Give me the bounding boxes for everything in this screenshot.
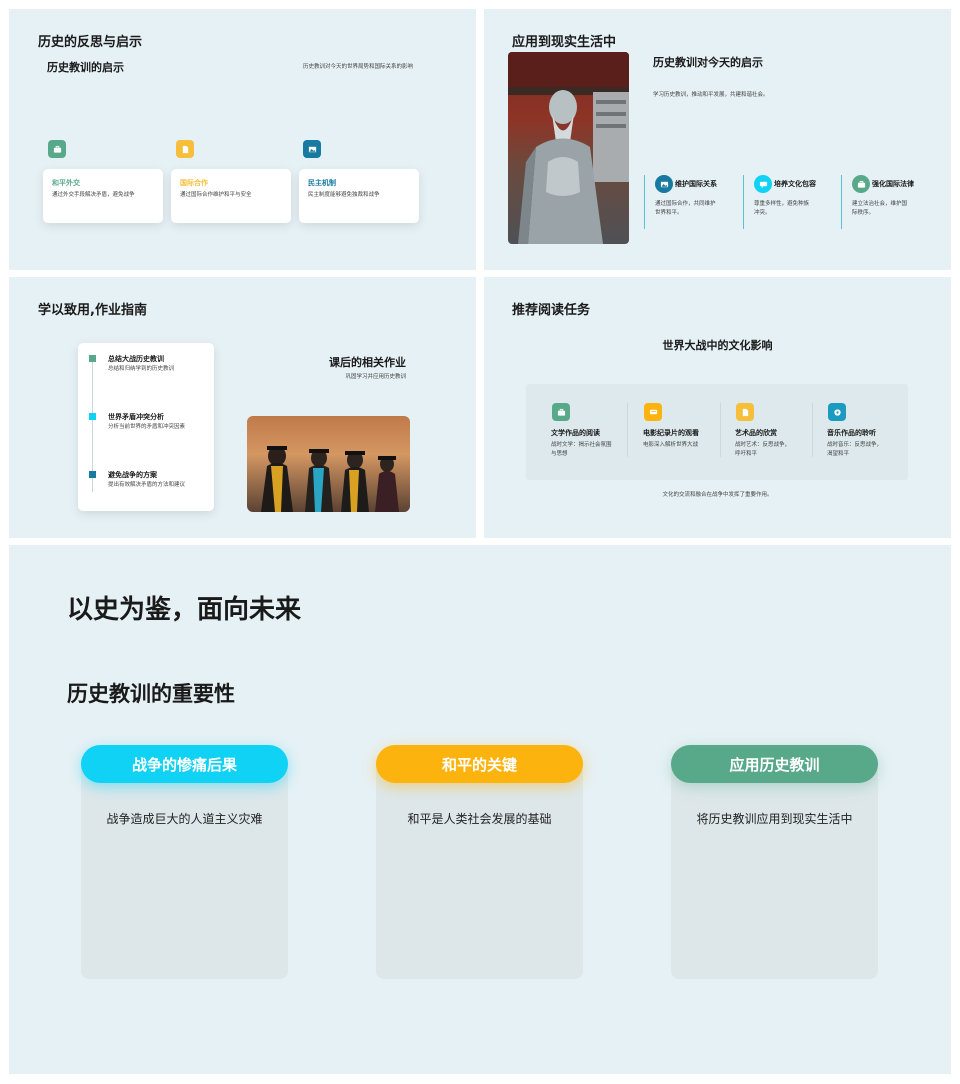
slide-title: 历史的反思与启示 xyxy=(38,35,143,50)
chat-icon xyxy=(754,175,772,193)
card-title: 和平外交 xyxy=(52,179,80,187)
slide-subtitle: 历史教训的启示 xyxy=(47,61,124,74)
card-title: 国际合作 xyxy=(180,179,208,187)
column-label: 和平的关键 xyxy=(441,755,517,774)
step-title: 总结大战历史教训 xyxy=(108,355,164,363)
slide-subtitle: 历史教训对今天的启示 xyxy=(653,56,763,69)
lesson-card: 民主机制 民主制度能够避免独裁和战争 xyxy=(299,169,419,223)
item-divider xyxy=(644,175,645,229)
item-title: 培养文化包容 xyxy=(774,180,816,188)
reading-text: 电影深入解析世界大战 xyxy=(643,442,699,448)
card-title: 民主机制 xyxy=(308,179,336,187)
item-divider xyxy=(743,175,744,229)
reading-title: 音乐作品的聆听 xyxy=(827,429,876,437)
column-text: 将历史教训应用到现实生活中 xyxy=(696,812,853,826)
slide-homework-guide: 学以致用,作业指南 总结大战历史教训 总结和归纳学到的历史教训 世界矛盾冲突分析… xyxy=(9,277,476,538)
step-title: 世界矛盾冲突分析 xyxy=(108,413,164,421)
confucius-statue-photo xyxy=(508,52,629,244)
document-icon xyxy=(736,403,754,421)
slide-subtitle: 历史教训的重要性 xyxy=(67,682,235,706)
slide-subtitle: 课后的相关作业 xyxy=(329,356,406,369)
slide-title: 学以致用,作业指南 xyxy=(38,303,147,318)
steps-card: 总结大战历史教训 总结和归纳学到的历史教训 世界矛盾冲突分析 分析当前世界的矛盾… xyxy=(78,343,214,511)
column-label: 战争的惨痛后果 xyxy=(131,755,237,774)
slide-subtitle: 世界大战中的文化影响 xyxy=(662,339,773,352)
lesson-card: 国际合作 通过国际合作维护和平与安全 xyxy=(171,169,291,223)
reading-text: 战时文学：揭示社会氛围与思想 xyxy=(551,442,612,457)
slide-reflection: 历史的反思与启示 历史教训的启示 历史教训对今天的世界局势和国际关系的影响 和平… xyxy=(9,9,476,270)
step-text: 总结和归纳学到的历史教训 xyxy=(108,366,175,372)
step-text: 提出有效解决矛盾的方法和建议 xyxy=(108,482,186,488)
item-text: 尊重多样性，避免种族冲突。 xyxy=(754,201,810,216)
item-text: 通过国际合作，共同维护世界和平。 xyxy=(655,201,716,216)
column-divider xyxy=(720,403,721,457)
reading-title: 艺术品的欣赏 xyxy=(735,429,777,437)
briefcase-icon xyxy=(48,140,66,158)
slide-description: 巩固学习并应用历史教训 xyxy=(345,374,406,380)
image-icon xyxy=(655,175,673,193)
column-panel xyxy=(81,755,288,979)
column-text: 和平是人类社会发展的基础 xyxy=(407,812,552,826)
card-text: 通过国际合作维护和平与安全 xyxy=(180,192,252,198)
image-icon xyxy=(303,140,321,158)
step-title: 避免战争的方案 xyxy=(108,471,157,479)
card-text: 通过外交手段解决矛盾，避免战争 xyxy=(52,192,135,198)
slide-footer: 文化的交流和融合在战争中发挥了重要作用。 xyxy=(662,492,773,498)
slide-title: 应用到现实生活中 xyxy=(512,35,617,50)
step-marker xyxy=(89,413,96,420)
column-text: 战争造成巨大的人道主义灾难 xyxy=(106,812,263,826)
column-label-pill: 战争的惨痛后果 xyxy=(81,745,288,783)
slide-apply-reality: 应用到现实生活中 历史教训对今天的启示 学习历史教训，推动和平发展，共建和谐社会… xyxy=(484,9,951,270)
column-panel xyxy=(671,755,878,979)
card-text: 民主制度能够避免独裁和战争 xyxy=(308,192,380,198)
item-text: 建立法治社会，维护国际秩序。 xyxy=(852,201,908,216)
reading-text: 战时艺术：反思战争，呼吁和平 xyxy=(735,442,791,457)
slide-description: 历史教训对今天的世界局势和国际关系的影响 xyxy=(303,64,414,70)
slide-title: 以史为鉴，面向未来 xyxy=(67,595,302,625)
step-marker xyxy=(89,355,96,362)
reading-title: 电影纪录片的观看 xyxy=(643,429,699,437)
item-title: 强化国际法律 xyxy=(872,180,914,188)
item-title: 维护国际关系 xyxy=(675,180,717,188)
chat-icon xyxy=(644,403,662,421)
graduates-photo xyxy=(247,416,410,512)
reading-text: 战时音乐：反思战争，渴望和平 xyxy=(827,442,883,457)
slide-description: 学习历史教训，推动和平发展，共建和谐社会。 xyxy=(653,92,769,98)
column-divider xyxy=(812,403,813,457)
briefcase-icon xyxy=(552,403,570,421)
slide-reading-tasks: 推荐阅读任务 世界大战中的文化影响 文学作品的阅读 战时文学：揭示社会氛围与思想… xyxy=(484,277,951,538)
column-divider xyxy=(627,403,628,457)
column-label-pill: 和平的关键 xyxy=(376,745,583,783)
lesson-card: 和平外交 通过外交手段解决矛盾，避免战争 xyxy=(43,169,163,223)
briefcase-icon xyxy=(852,175,870,193)
slide-title: 推荐阅读任务 xyxy=(512,303,591,318)
item-divider xyxy=(841,175,842,229)
column-label: 应用历史教训 xyxy=(729,755,820,774)
slide-learn-from-history: 以史为鉴，面向未来 历史教训的重要性 战争的惨痛后果 战争造成巨大的人道主义灾难… xyxy=(9,545,951,1074)
column-panel xyxy=(376,755,583,979)
document-icon xyxy=(176,140,194,158)
location-icon xyxy=(828,403,846,421)
column-label-pill: 应用历史教训 xyxy=(671,745,878,783)
step-marker xyxy=(89,471,96,478)
step-text: 分析当前世界的矛盾和冲突因素 xyxy=(108,424,186,430)
reading-title: 文学作品的阅读 xyxy=(551,429,600,437)
